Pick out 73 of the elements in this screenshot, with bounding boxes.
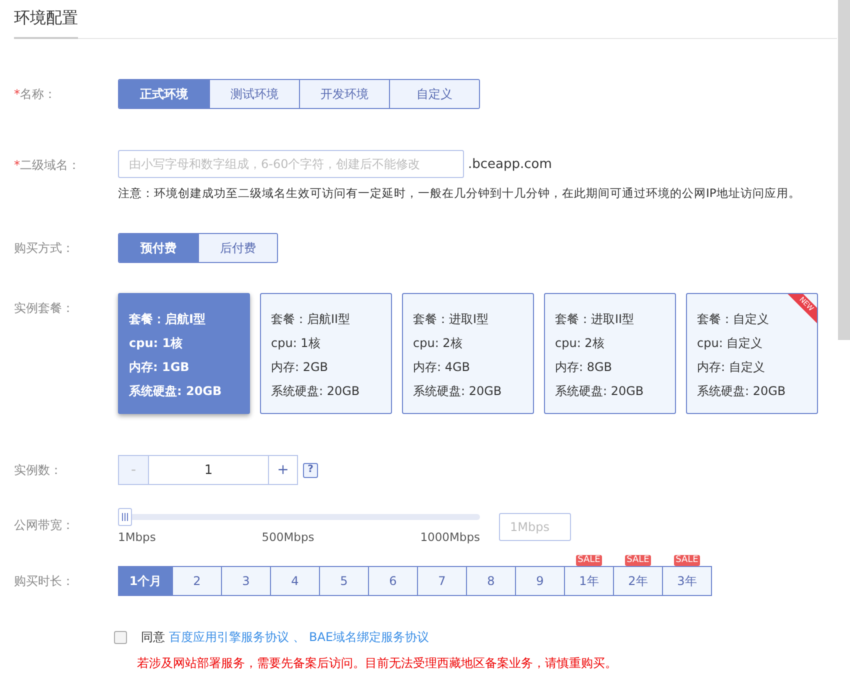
package-card[interactable]: 套餐：进取II型 cpu: 2核 内存: 8GB 系统硬盘: 20GB xyxy=(544,293,676,414)
field-label: 实例套餐： xyxy=(14,301,74,315)
field-label: 公网带宽： xyxy=(14,518,74,532)
package-spec: cpu: 2核 xyxy=(555,335,606,352)
duration-option[interactable]: 1年 xyxy=(564,566,614,596)
sale-badge: SALE xyxy=(624,555,652,566)
count-input[interactable]: 1 xyxy=(148,455,268,485)
field-label: 二级域名： xyxy=(20,158,80,172)
required-mark: * xyxy=(14,87,20,101)
domain-input[interactable]: 由小写字母和数字组成，6-60个字符，创建后不能修改 xyxy=(118,150,464,178)
duration-option[interactable]: 2年 xyxy=(613,566,663,596)
sale-badge: SALE xyxy=(674,555,700,566)
package-spec: 套餐：启航II型 xyxy=(271,311,352,328)
package-spec: 系统硬盘: 20GB xyxy=(697,383,787,400)
tick-label: 1Mbps xyxy=(118,530,156,544)
duration-option[interactable]: 3 xyxy=(221,566,271,596)
package-spec: cpu: 2核 xyxy=(413,335,464,352)
bandwidth-input[interactable]: 1Mbps xyxy=(499,513,571,541)
package-card[interactable]: 套餐：启航I型 cpu: 1核 内存: 1GB 系统硬盘: 20GB xyxy=(118,293,250,414)
package-spec: 套餐：进取I型 xyxy=(413,311,490,328)
package-spec: cpu: 自定义 xyxy=(697,335,764,352)
agreement-link[interactable]: 百度应用引擎服务协议 xyxy=(169,629,289,646)
warning-text: 若涉及网站部署服务，需要先备案后访问。目前无法受理西藏地区备案业务，请慎重购买。 xyxy=(137,655,618,672)
duration-option[interactable]: 5 xyxy=(319,566,369,596)
help-button[interactable]: ? xyxy=(303,462,318,478)
slider-thumb[interactable] xyxy=(118,508,132,526)
required-mark: * xyxy=(14,158,20,172)
option-tab[interactable]: 正式环境 xyxy=(119,80,209,108)
tick-label: 1000Mbps xyxy=(420,530,480,544)
duration-option[interactable]: 9 xyxy=(515,566,565,596)
option-tab[interactable]: 预付费 xyxy=(119,234,198,262)
option-tab[interactable]: 开发环境 xyxy=(299,80,389,108)
agree-label: 同意 xyxy=(141,629,165,646)
scrollbar[interactable] xyxy=(838,0,850,340)
package-spec: 内存: 8GB xyxy=(555,359,614,376)
sale-badge: SALE xyxy=(576,555,602,566)
duration-option[interactable]: 6 xyxy=(368,566,418,596)
duration-option[interactable]: 8 xyxy=(466,566,516,596)
duration-option[interactable]: 4 xyxy=(270,566,320,596)
package-card[interactable]: 套餐：进取I型 cpu: 2核 内存: 4GB 系统硬盘: 20GB xyxy=(402,293,534,414)
package-spec: 系统硬盘: 20GB xyxy=(271,383,361,400)
package-spec: 内存: 自定义 xyxy=(697,359,766,376)
option-tab[interactable]: 测试环境 xyxy=(209,80,299,108)
agreement-link[interactable]: BAE域名绑定服务协议 xyxy=(309,629,430,646)
duration-option[interactable]: 1个月 xyxy=(118,566,173,596)
increment-button[interactable]: + xyxy=(268,455,298,485)
duration-option[interactable]: 3年 xyxy=(662,566,712,596)
package-spec: 内存: 1GB xyxy=(129,359,190,376)
package-spec: 套餐：进取II型 xyxy=(555,311,636,328)
package-spec: cpu: 1核 xyxy=(271,335,322,352)
package-spec: 套餐：自定义 xyxy=(697,311,770,328)
field-label: 名称： xyxy=(20,87,56,101)
package-card[interactable]: 套餐：启航II型 cpu: 1核 内存: 2GB 系统硬盘: 20GB xyxy=(260,293,392,414)
domain-suffix: .bceapp.com xyxy=(468,156,552,172)
field-label: 实例数： xyxy=(14,463,62,477)
package-spec: cpu: 1核 xyxy=(129,335,184,352)
package-spec: 套餐：启航I型 xyxy=(129,311,206,328)
package-spec: 内存: 2GB xyxy=(271,359,330,376)
package-spec: 系统硬盘: 20GB xyxy=(413,383,503,400)
note-text: 注意：环境创建成功至二级域名生效可访问有一定延时，一般在几分钟到十几分钟，在此期间可通过环境的公网IP地址访问应用。 xyxy=(118,186,802,201)
option-tab[interactable]: 自定义 xyxy=(389,80,479,108)
duration-option[interactable]: 7 xyxy=(417,566,467,596)
package-spec: 系统硬盘: 20GB xyxy=(555,383,645,400)
package-spec: 系统硬盘: 20GB xyxy=(129,383,223,400)
duration-option[interactable]: 2 xyxy=(172,566,222,596)
tick-label: 500Mbps xyxy=(262,530,314,544)
package-spec: 内存: 4GB xyxy=(413,359,472,376)
section-title: 环境配置 xyxy=(14,8,78,39)
field-label: 购买时长： xyxy=(14,574,74,588)
agree-checkbox[interactable] xyxy=(114,631,127,644)
option-tab[interactable]: 后付费 xyxy=(198,234,277,262)
field-label: 购买方式： xyxy=(14,241,74,255)
separator-text: 、 xyxy=(293,629,305,646)
